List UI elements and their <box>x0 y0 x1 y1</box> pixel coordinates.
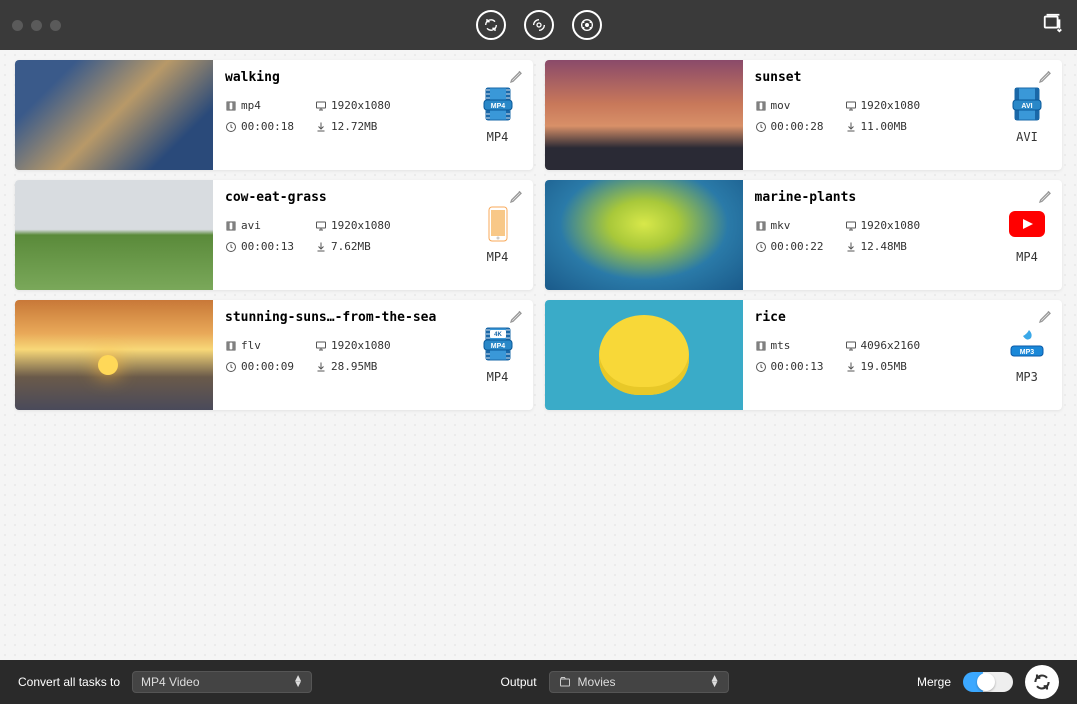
resolution: 4096x2160 <box>845 339 981 352</box>
card-body: stunning-suns…-from-the-sea flv1920x10800… <box>213 300 463 410</box>
card-body: cow-eat-grass avi1920x108000:00:137.62MB <box>213 180 463 290</box>
source-format: avi <box>225 219 315 232</box>
output-format-icon: MP4 4K <box>480 326 516 362</box>
card-body: sunset mov1920x108000:00:2811.00MB <box>743 60 993 170</box>
output-format-label: MP3 <box>1016 370 1038 384</box>
svg-text:AVI: AVI <box>1021 103 1032 110</box>
titlebar <box>0 0 1077 50</box>
video-thumbnail[interactable] <box>15 300 213 410</box>
video-thumbnail[interactable] <box>15 180 213 290</box>
resolution: 1920x1080 <box>845 99 981 112</box>
video-thumbnail[interactable] <box>545 180 743 290</box>
source-format: flv <box>225 339 315 352</box>
output-format-icon: AVI <box>1009 86 1045 122</box>
duration: 00:00:28 <box>755 120 845 133</box>
merge-label: Merge <box>917 675 951 689</box>
video-thumbnail[interactable] <box>15 60 213 170</box>
download-mode-icon[interactable] <box>524 10 554 40</box>
edit-button[interactable] <box>1038 308 1054 328</box>
resolution: 1920x1080 <box>315 99 451 112</box>
window-controls <box>12 20 61 31</box>
video-title: marine-plants <box>755 190 981 205</box>
edit-button[interactable] <box>1038 188 1054 208</box>
source-format: mov <box>755 99 845 112</box>
task-card[interactable]: cow-eat-grass avi1920x108000:00:137.62MB M… <box>15 180 533 290</box>
duration: 00:00:09 <box>225 360 315 373</box>
media-mode-icon[interactable] <box>572 10 602 40</box>
svg-text:MP3: MP3 <box>1020 349 1035 356</box>
stepper-icon: ▲▼ <box>293 676 303 688</box>
convert-mode-icon[interactable] <box>476 10 506 40</box>
edit-button[interactable] <box>509 188 525 208</box>
video-thumbnail[interactable] <box>545 300 743 410</box>
output-format-icon <box>1009 206 1045 242</box>
file-size: 12.48MB <box>845 240 981 253</box>
output-folder-value: Movies <box>578 675 616 689</box>
file-size: 19.05MB <box>845 360 981 373</box>
task-card[interactable]: marine-plants mkv1920x108000:00:2212.48MB… <box>545 180 1063 290</box>
output-format-icon <box>480 206 516 242</box>
stepper-icon: ▲▼ <box>710 676 720 688</box>
library-icon[interactable] <box>1041 12 1065 38</box>
task-card[interactable]: rice mts4096x216000:00:1319.05MB MP3 MP3 <box>545 300 1063 410</box>
card-body: marine-plants mkv1920x108000:00:2212.48MB <box>743 180 993 290</box>
bottom-bar: Convert all tasks to MP4 Video ▲▼ Output… <box>0 660 1077 704</box>
minimize-window-button[interactable] <box>31 20 42 31</box>
file-size: 11.00MB <box>845 120 981 133</box>
svg-text:4K: 4K <box>494 332 502 338</box>
video-thumbnail[interactable] <box>545 60 743 170</box>
edit-button[interactable] <box>509 68 525 88</box>
resolution: 1920x1080 <box>315 339 451 352</box>
output-format-label: MP4 <box>487 370 509 384</box>
close-window-button[interactable] <box>12 20 23 31</box>
file-size: 7.62MB <box>315 240 451 253</box>
card-body: walking mp41920x108000:00:1812.72MB <box>213 60 463 170</box>
task-card[interactable]: stunning-suns…-from-the-sea flv1920x10800… <box>15 300 533 410</box>
mode-tabs <box>476 10 602 40</box>
video-title: walking <box>225 70 451 85</box>
source-format: mp4 <box>225 99 315 112</box>
svg-text:MP4: MP4 <box>490 343 505 350</box>
file-size: 28.95MB <box>315 360 451 373</box>
duration: 00:00:13 <box>225 240 315 253</box>
folder-icon <box>558 676 572 688</box>
format-select[interactable]: MP4 Video ▲▼ <box>132 671 312 693</box>
output-label: Output <box>501 675 537 689</box>
edit-button[interactable] <box>1038 68 1054 88</box>
output-format-label: MP4 <box>487 250 509 264</box>
duration: 00:00:13 <box>755 360 845 373</box>
task-grid: walkingmp41920x108000:00:1812.72MBMP4MP4… <box>0 50 1077 660</box>
convert-all-label: Convert all tasks to <box>18 675 120 689</box>
resolution: 1920x1080 <box>845 219 981 232</box>
svg-text:MP4: MP4 <box>490 103 505 110</box>
video-title: sunset <box>755 70 981 85</box>
output-format-icon: MP3 <box>1009 326 1045 362</box>
edit-button[interactable] <box>509 308 525 328</box>
video-title: stunning-suns…-from-the-sea <box>225 310 451 325</box>
card-body: rice mts4096x216000:00:1319.05MB <box>743 300 993 410</box>
output-format-label: AVI <box>1016 130 1038 144</box>
output-format-label: MP4 <box>1016 250 1038 264</box>
format-select-value: MP4 Video <box>141 675 199 689</box>
source-format: mkv <box>755 219 845 232</box>
duration: 00:00:22 <box>755 240 845 253</box>
task-card[interactable]: sunset mov1920x108000:00:2811.00MB AVI AVI <box>545 60 1063 170</box>
merge-toggle[interactable] <box>963 672 1013 692</box>
source-format: mts <box>755 339 845 352</box>
video-title: rice <box>755 310 981 325</box>
convert-button[interactable] <box>1025 665 1059 699</box>
duration: 00:00:18 <box>225 120 315 133</box>
output-format-label: MP4 <box>487 130 509 144</box>
resolution: 1920x1080 <box>315 219 451 232</box>
output-format-icon: MP4 <box>480 86 516 122</box>
maximize-window-button[interactable] <box>50 20 61 31</box>
output-folder-select[interactable]: Movies ▲▼ <box>549 671 729 693</box>
file-size: 12.72MB <box>315 120 451 133</box>
task-card[interactable]: walking mp41920x108000:00:1812.72MB MP4 MP4 <box>15 60 533 170</box>
video-title: cow-eat-grass <box>225 190 451 205</box>
